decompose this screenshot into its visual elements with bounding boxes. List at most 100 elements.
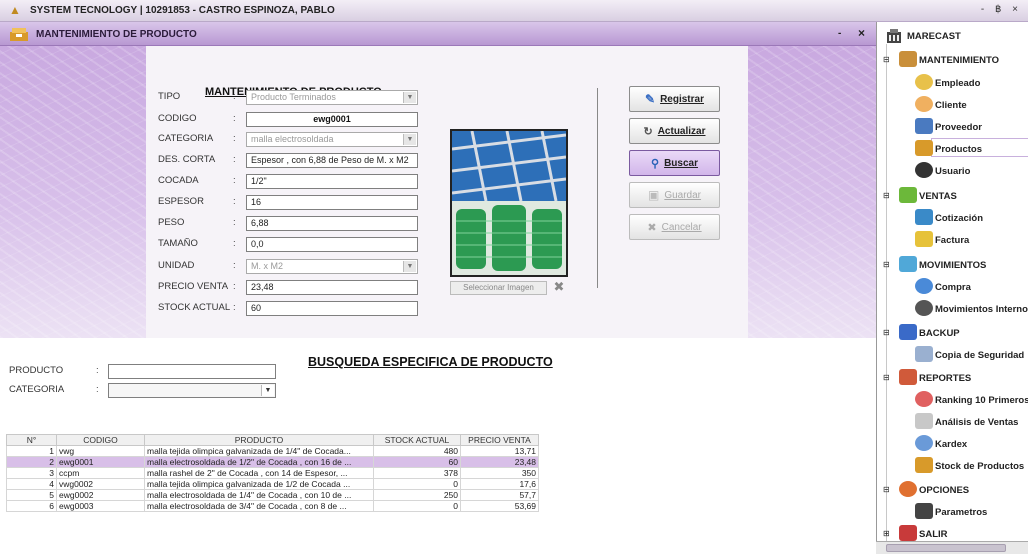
reports-icon: [899, 369, 917, 385]
cell-n: 3: [6, 467, 57, 479]
tree-section-reportes[interactable]: REPORTES: [919, 373, 971, 384]
minimize-button[interactable]: -: [838, 28, 841, 39]
table-row[interactable]: 2 ewg0001 malla electrosoldada de 1/2" de …: [6, 456, 539, 468]
tipo-select[interactable]: Producto Terminados ▼: [246, 90, 418, 105]
stock-icon: [915, 457, 933, 473]
cancelar-button[interactable]: ✖ Cancelar: [629, 214, 720, 240]
inner-titlebar: MANTENIMIENTO DE PRODUCTO - ×: [0, 22, 876, 46]
col-n[interactable]: N°: [6, 434, 57, 446]
table-row[interactable]: 6 ewg0003 malla electrosoldada de 3/4" de …: [6, 500, 539, 512]
cocada-field[interactable]: 1/2": [246, 174, 418, 189]
tree-section-ventas[interactable]: VENTAS: [919, 191, 957, 202]
tree-item-parametros[interactable]: Parametros: [935, 507, 987, 518]
label-tipo: TIPO: [158, 91, 181, 102]
colon: :: [233, 113, 236, 124]
tree-section-opciones[interactable]: OPCIONES: [919, 485, 969, 496]
tree-root[interactable]: MARECAST: [907, 31, 961, 42]
movements-icon: [899, 256, 917, 272]
cell-n: 5: [6, 489, 57, 501]
scrollbar-thumb[interactable]: [886, 544, 1006, 552]
tree-item-empleado[interactable]: Empleado: [935, 78, 980, 89]
tree-item-proveedor[interactable]: Proveedor: [935, 122, 982, 133]
close-button[interactable]: ×: [858, 26, 865, 40]
table-row[interactable]: 1 vwg malla tejida olimpica galvanizada de…: [6, 445, 539, 457]
collapse-icon[interactable]: ⊟: [883, 55, 890, 64]
collapse-icon[interactable]: ⊟: [883, 191, 890, 200]
tree-item-analisis-ventas[interactable]: Análisis de Ventas: [935, 417, 1018, 428]
table-row[interactable]: 5 ewg0002 malla electrosoldada de 1/4" de …: [6, 489, 539, 501]
cell-precio: 23,48: [460, 456, 539, 468]
chevron-down-icon: ▼: [403, 92, 416, 103]
table-row[interactable]: 4 vwg0002 malla tejida olimpica galvanizad…: [6, 478, 539, 490]
tree-item-copia-seguridad[interactable]: Copia de Seguridad: [935, 350, 1024, 361]
tree-item-cliente[interactable]: Cliente: [935, 100, 967, 111]
cell-producto: malla tejida olimpica galvanizada de 1/2…: [144, 478, 374, 490]
products-table: N° CODIGO PRODUCTO STOCK ACTUAL PRECIO V…: [6, 434, 539, 512]
cell-stock: 0: [373, 478, 461, 490]
app-title: SYSTEM TECNOLOGY | 10291853 - CASTRO ESP…: [30, 5, 335, 16]
colon: :: [96, 365, 99, 376]
des-corta-field[interactable]: Espesor , con 6,88 de Peso de M. x M2: [246, 153, 418, 168]
collapse-icon[interactable]: ⊟: [883, 328, 890, 337]
tree-item-kardex[interactable]: Kardex: [935, 439, 967, 450]
buscar-button[interactable]: ⚲ Buscar: [629, 150, 720, 176]
col-precio-venta[interactable]: PRECIO VENTA: [460, 434, 539, 446]
cart-icon: [899, 187, 917, 203]
table-row[interactable]: 3 ccpm malla rashel de 2" de Cocada , con …: [6, 467, 539, 479]
delete-image-icon[interactable]: ✖: [552, 280, 566, 294]
stock-actual-field[interactable]: 60: [246, 301, 418, 316]
tree-item-usuario[interactable]: Usuario: [935, 166, 970, 177]
precio-venta-field[interactable]: 23,48: [246, 280, 418, 295]
guardar-button[interactable]: ▣ Guardar: [629, 182, 720, 208]
tree-item-stock-productos[interactable]: Stock de Productos: [935, 461, 1024, 472]
search-producto-input[interactable]: [108, 364, 276, 379]
cell-producto: malla tejida olimpica galvanizada de 1/4…: [144, 445, 374, 457]
colon: :: [233, 133, 236, 144]
tree-section-mantenimiento[interactable]: MANTENIMIENTO: [919, 55, 999, 66]
tree-section-backup[interactable]: BACKUP: [919, 328, 960, 339]
categoria-select[interactable]: malla electrosoldada ▼: [246, 132, 418, 147]
cell-precio: 57,7: [460, 489, 539, 501]
espesor-field[interactable]: 16: [246, 195, 418, 210]
sidebar-scrollbar[interactable]: [876, 541, 1028, 554]
tree-item-movimientos-internos[interactable]: Movimientos Internos: [935, 304, 1028, 315]
col-producto[interactable]: PRODUCTO: [144, 434, 374, 446]
col-codigo[interactable]: CODIGO: [56, 434, 145, 446]
tree-section-movimientos[interactable]: MOVIMIENTOS: [919, 260, 986, 271]
cell-producto: malla electrosoldada de 1/2" de Cocada ,…: [144, 456, 374, 468]
actualizar-button[interactable]: ↻ Actualizar: [629, 118, 720, 144]
tamano-field[interactable]: 0,0: [246, 237, 418, 252]
tree-item-compra[interactable]: Compra: [935, 282, 971, 293]
codigo-field[interactable]: ewg0001: [246, 112, 418, 127]
divider: [597, 88, 598, 288]
tree-section-salir[interactable]: SALIR: [919, 529, 948, 540]
collapse-icon[interactable]: ⊟: [883, 485, 890, 494]
cell-precio: 350: [460, 467, 539, 479]
tree-item-ranking[interactable]: Ranking 10 Primeros C: [935, 395, 1028, 406]
refresh-icon: ↻: [643, 125, 653, 138]
colon: :: [233, 260, 236, 271]
unidad-select[interactable]: M. x M2 ▼: [246, 259, 418, 274]
window-controls[interactable]: - ฿ ×: [981, 4, 1022, 15]
label-precio-venta: PRECIO VENTA: [158, 281, 229, 292]
tree-item-cotizacion[interactable]: Cotización: [935, 213, 983, 224]
colon: :: [233, 175, 236, 186]
collapse-icon[interactable]: ⊟: [883, 373, 890, 382]
building-icon: [887, 29, 901, 43]
tree-item-factura[interactable]: Factura: [935, 235, 969, 246]
cell-codigo: ewg0003: [56, 500, 145, 512]
unidad-value: M. x M2: [251, 261, 284, 271]
cell-n: 6: [6, 500, 57, 512]
col-stock-actual[interactable]: STOCK ACTUAL: [373, 434, 461, 446]
select-image-button[interactable]: Seleccionar Imagen: [450, 281, 547, 295]
expand-icon[interactable]: ⊞: [883, 529, 890, 538]
registrar-button[interactable]: ✎ Registrar: [629, 86, 720, 112]
label-unidad: UNIDAD: [158, 260, 195, 271]
search-categoria-select[interactable]: ▼: [108, 383, 276, 398]
label-peso: PESO: [158, 217, 185, 228]
cell-n: 2: [6, 456, 57, 468]
tree-item-productos[interactable]: Productos: [935, 144, 982, 155]
collapse-icon[interactable]: ⊟: [883, 260, 890, 269]
peso-field[interactable]: 6,88: [246, 216, 418, 231]
categoria-value: malla electrosoldada: [251, 134, 334, 144]
